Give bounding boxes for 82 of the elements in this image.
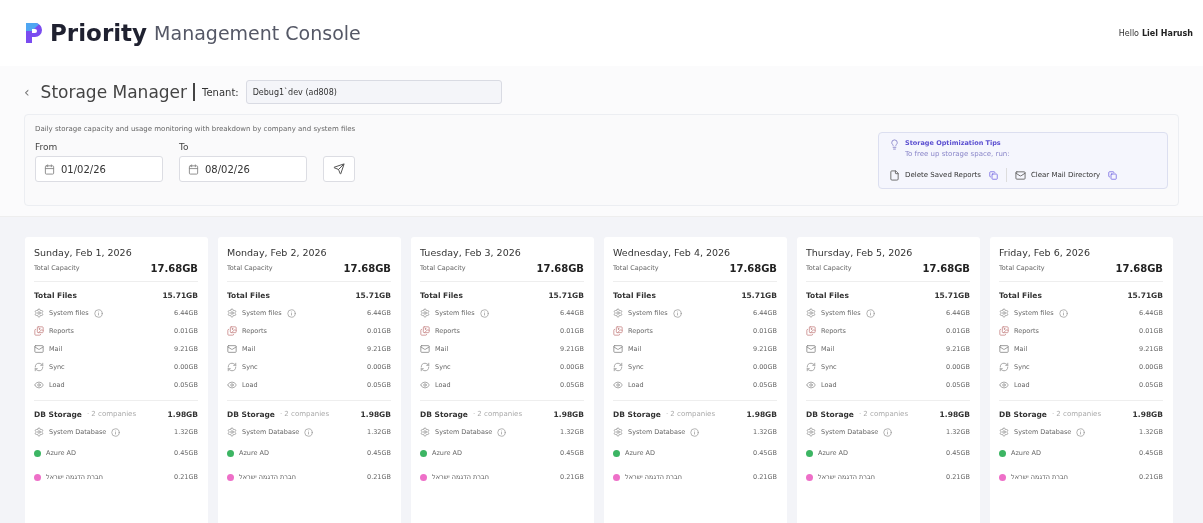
gear-icon — [420, 427, 430, 437]
eye-icon — [613, 380, 623, 390]
send-icon — [333, 163, 345, 175]
capacity-value: 17.68GB — [343, 262, 391, 274]
info-icon — [1076, 427, 1086, 437]
to-label: To — [179, 142, 190, 152]
info-icon — [672, 308, 682, 318]
gear-icon — [420, 308, 430, 318]
capacity-value: 17.68GB — [922, 262, 970, 274]
mail-icon — [613, 344, 623, 354]
send-button[interactable] — [323, 156, 355, 182]
info-icon — [883, 427, 893, 437]
day-date: Friday, Feb 6, 2026 — [999, 247, 1091, 258]
to-date-field[interactable]: 08/02/26 — [179, 156, 307, 182]
capacity-value: 17.68GB — [1115, 262, 1163, 274]
from-date-field[interactable]: 01/02/26 — [35, 156, 163, 182]
images-icon — [999, 326, 1009, 336]
sync-icon — [420, 362, 430, 372]
gear-icon — [613, 308, 623, 318]
gear-icon — [227, 308, 237, 318]
page-title: Storage Manager — [40, 83, 196, 101]
greeting: Hello — [1118, 28, 1139, 38]
tenant-field[interactable]: Debug1`dev (ad808) — [245, 80, 502, 104]
logo-icon — [24, 21, 44, 45]
day-date: Monday, Feb 2, 2026 — [227, 247, 328, 258]
calendar-icon — [44, 163, 55, 175]
info-icon — [111, 427, 121, 437]
file-icon — [889, 169, 900, 181]
info-icon — [93, 308, 103, 318]
day-date: Thursday, Feb 5, 2026 — [806, 247, 914, 258]
back-link[interactable]: ‹ — [24, 84, 30, 100]
day-date: Tuesday, Feb 3, 2026 — [420, 247, 522, 258]
sync-icon — [613, 362, 623, 372]
capacity-value: 17.68GB — [729, 262, 777, 274]
gear-icon — [999, 308, 1009, 318]
gear-icon — [999, 427, 1009, 437]
eye-icon — [34, 380, 44, 390]
gear-icon — [806, 427, 816, 437]
sync-icon — [227, 362, 237, 372]
gear-icon — [806, 308, 816, 318]
user-name: Liel Harush — [1142, 28, 1193, 38]
sync-icon — [999, 362, 1009, 372]
mail-icon — [420, 344, 430, 354]
info-icon — [497, 427, 507, 437]
gear-icon — [34, 308, 44, 318]
sync-icon — [34, 362, 44, 372]
info-icon — [479, 308, 489, 318]
mail-icon — [999, 344, 1009, 354]
from-label: From — [35, 142, 59, 152]
day-date: Wednesday, Feb 4, 2026 — [613, 247, 732, 258]
tenant-label: Tenant: — [202, 86, 239, 98]
gear-icon — [34, 427, 44, 437]
info-icon — [286, 308, 296, 318]
sync-icon — [806, 362, 816, 372]
capacity-value: 17.68GB — [536, 262, 584, 274]
eye-icon — [806, 380, 816, 390]
images-icon — [806, 326, 816, 336]
copy-icon[interactable] — [988, 170, 998, 180]
brand-name: Priority — [50, 20, 148, 46]
app-title: Management Console — [154, 22, 362, 44]
gear-icon — [613, 427, 623, 437]
info-icon — [304, 427, 314, 437]
capacity-value: 17.68GB — [150, 262, 198, 274]
mail-icon — [1014, 169, 1026, 181]
images-icon — [34, 326, 44, 336]
eye-icon — [999, 380, 1009, 390]
info-icon — [865, 308, 875, 318]
calendar-icon — [188, 163, 199, 175]
images-icon — [227, 326, 237, 336]
eye-icon — [227, 380, 237, 390]
copy-icon[interactable] — [1108, 170, 1118, 180]
images-icon — [420, 326, 430, 336]
info-icon — [690, 427, 700, 437]
mail-icon — [227, 344, 237, 354]
mail-icon — [34, 344, 44, 354]
eye-icon — [420, 380, 430, 390]
lightbulb-icon — [889, 139, 900, 150]
day-date: Sunday, Feb 1, 2026 — [34, 247, 133, 258]
gear-icon — [227, 427, 237, 437]
images-icon — [613, 326, 623, 336]
info-icon — [1058, 308, 1068, 318]
mail-icon — [806, 344, 816, 354]
